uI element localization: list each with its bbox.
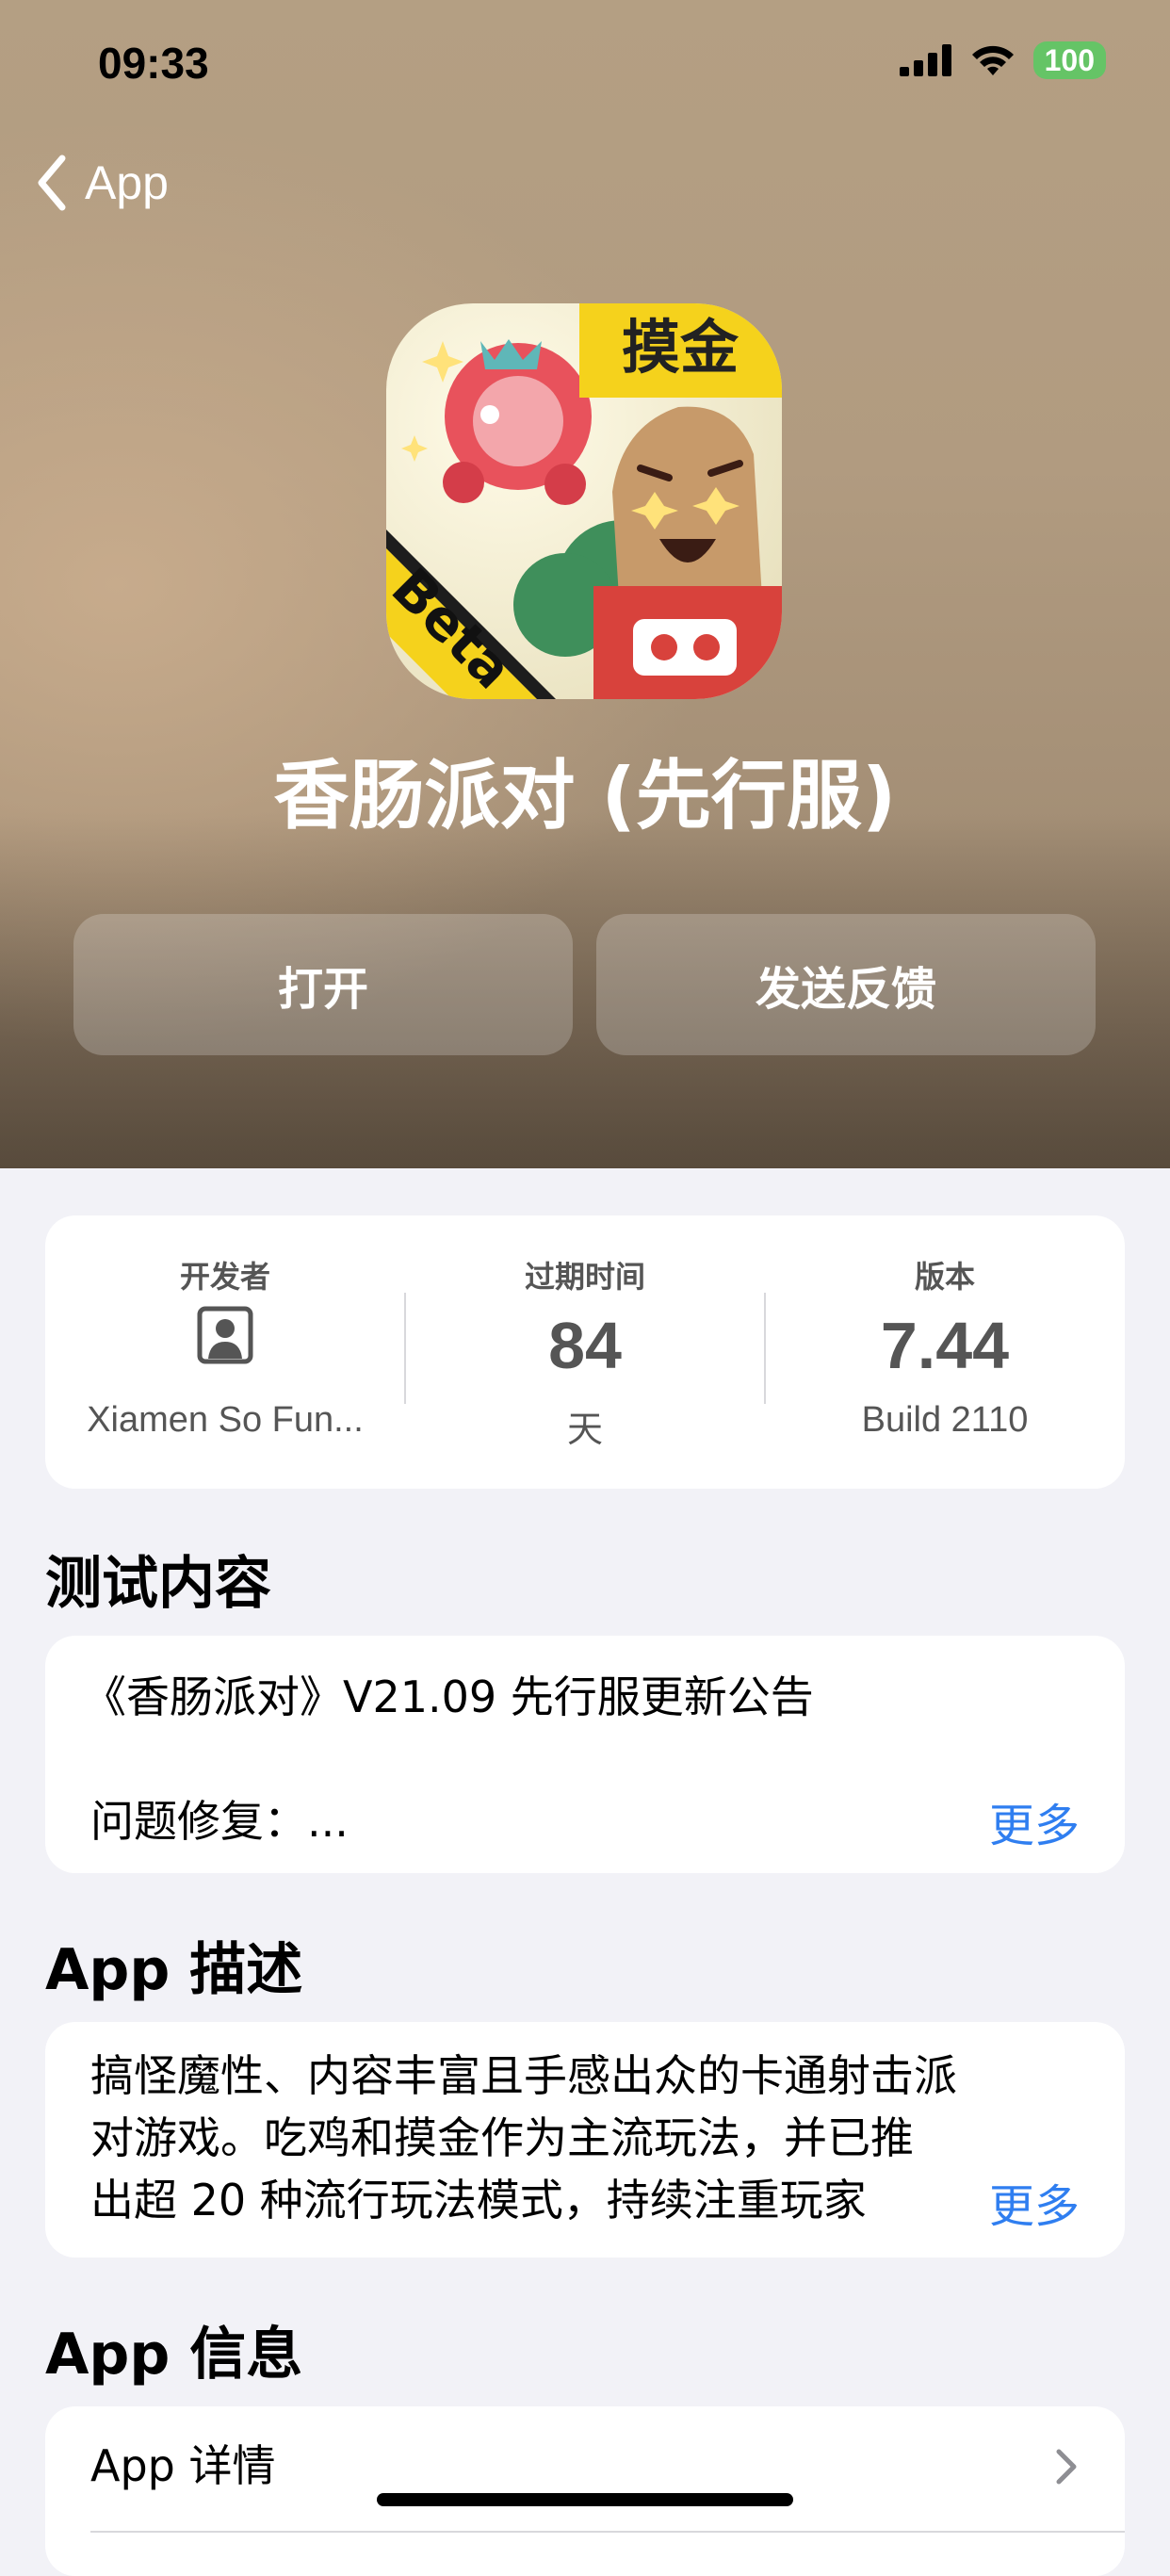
battery-indicator: 100 (1032, 41, 1106, 79)
status-time: 09:33 (98, 39, 209, 88)
test-content-more-link[interactable]: 更多 (989, 1788, 1080, 1854)
description-card[interactable]: 搞怪魔性、内容丰富且手感出众的卡通射击派 对游戏。吃鸡和摸金作为主流玩法，并已推… (45, 2022, 1125, 2258)
text-fade (874, 2169, 959, 2231)
developer-name: Xiamen So Fun... (87, 1400, 364, 1440)
expiry-label: 过期时间 (524, 1259, 645, 1295)
app-info-heading: App 信息 (45, 2322, 303, 2388)
version-column: 版本 7.44 Build 2110 (765, 1215, 1125, 1489)
description-heading: App 描述 (45, 1937, 303, 2003)
person-icon (197, 1306, 253, 1368)
version-value: 7.44 (880, 1309, 1010, 1382)
back-button[interactable]: App (36, 155, 169, 211)
app-icon: 摸金 Beta (386, 303, 782, 699)
expiry-unit: 天 (566, 1410, 603, 1450)
app-details-row[interactable]: App 详情 (45, 2406, 1125, 2576)
app-title: 香肠派对 (先行服) (273, 752, 897, 840)
build-number: Build 2110 (861, 1400, 1029, 1440)
test-content-line-2: 问题修复：... (90, 1796, 349, 1847)
description-more-link[interactable]: 更多 (989, 2169, 1080, 2235)
status-icons: 100 (899, 41, 1106, 79)
developer-label: 开发者 (179, 1259, 270, 1295)
send-feedback-button[interactable]: 发送反馈 (596, 914, 1096, 1055)
chevron-left-icon (38, 155, 66, 211)
test-content-card[interactable]: 《香肠派对》V21.09 先行服更新公告 问题修复：... 更多 (45, 1636, 1125, 1873)
expiry-value: 84 (548, 1309, 622, 1382)
description-line-2: 对游戏。吃鸡和摸金作为主流玩法，并已推 (90, 2112, 914, 2163)
description-line-1: 搞怪魔性、内容丰富且手感出众的卡通射击派 (90, 2050, 957, 2101)
cellular-signal-icon (899, 44, 951, 76)
version-label: 版本 (914, 1259, 975, 1295)
app-info-summary-card: 开发者 Xiamen So Fun... 过期时间 84 天 版本 7.44 B… (45, 1215, 1125, 1489)
chevron-right-icon (1056, 2449, 1077, 2485)
icon-badge-top: 摸金 (622, 313, 739, 382)
expiry-column: 过期时间 84 天 (405, 1215, 765, 1489)
open-button[interactable]: 打开 (73, 914, 573, 1055)
home-indicator[interactable] (377, 2493, 793, 2506)
wifi-icon (971, 45, 1014, 75)
back-label: App (85, 156, 169, 209)
hero-header: 09:33 100 App 摸金 Beta 香肠派对 (先行服) 打开 发送反馈 (0, 0, 1170, 1168)
test-content-line-1: 《香肠派对》V21.09 先行服更新公告 (83, 1671, 814, 1722)
test-content-heading: 测试内容 (45, 1551, 271, 1617)
description-line-3: 出超 20 种流行玩法模式，持续注重玩家 (90, 2175, 867, 2225)
developer-column[interactable]: 开发者 Xiamen So Fun... (45, 1215, 405, 1489)
app-details-label: App 详情 (90, 2440, 276, 2491)
